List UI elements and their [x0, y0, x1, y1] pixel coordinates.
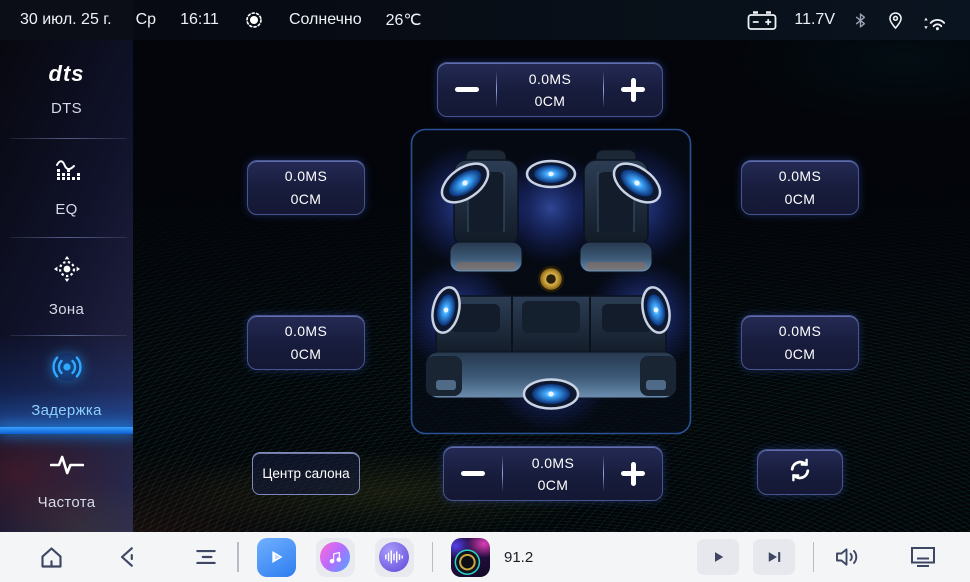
- delay-cm: 0CM: [291, 191, 322, 207]
- rear-center-delay-stepper: 0.0MS 0CM: [443, 446, 663, 501]
- rear-right-delay-button[interactable]: 0.0MS 0CM: [741, 315, 859, 370]
- recent-apps-button[interactable]: [193, 544, 219, 570]
- volume-button[interactable]: [832, 544, 862, 570]
- center-tweeter: [539, 267, 563, 291]
- divider: [237, 542, 239, 572]
- rear-center-subwoofer: [524, 380, 578, 409]
- car-cabin-speaker-map: [410, 128, 692, 435]
- voice-assistant-app-icon[interactable]: [375, 538, 414, 577]
- minus-icon: [455, 87, 479, 92]
- delay-cm: 0CM: [785, 191, 816, 207]
- status-date: 30 июл. 25 г.: [20, 11, 112, 29]
- sidebar: dts DTS EQ: [0, 40, 133, 532]
- video-player-app-icon[interactable]: [257, 538, 296, 577]
- bottom-nav-bar: 91.2: [0, 532, 970, 582]
- home-button[interactable]: [38, 544, 65, 571]
- radio-app-icon[interactable]: [451, 538, 490, 577]
- delay-ms: 0.0MS: [285, 168, 327, 184]
- plus-icon: [621, 78, 645, 102]
- rear-left-delay-button[interactable]: 0.0MS 0CM: [247, 315, 365, 370]
- frequency-wave-icon: [50, 454, 84, 481]
- sun-icon: [243, 9, 265, 31]
- front-center-delay-stepper: 0.0MS 0CM: [437, 62, 663, 117]
- status-bar: 30 июл. 25 г. Ср 16:11 Солнечно 26℃ 11.7…: [0, 0, 970, 40]
- rear-center-delay-value: 0.0MS 0CM: [503, 447, 603, 500]
- status-time: 16:11: [180, 11, 219, 29]
- rear-center-minus-button[interactable]: [444, 447, 502, 500]
- status-weekday: Ср: [136, 11, 156, 29]
- delay-cm: 0CM: [291, 346, 322, 362]
- cabin-center-label: Центр салона: [262, 466, 349, 481]
- next-track-button[interactable]: [753, 539, 795, 575]
- plus-icon: [621, 462, 645, 486]
- front-center-delay-value: 0.0MS 0CM: [497, 63, 603, 116]
- rear-center-plus-button[interactable]: [604, 447, 662, 500]
- divider: [432, 542, 434, 572]
- back-button[interactable]: [115, 544, 141, 570]
- sidebar-item-label: DTS: [51, 100, 82, 117]
- reset-circular-arrows-icon: [786, 456, 814, 489]
- delay-ms: 0.0MS: [532, 455, 574, 471]
- sidebar-item-label: Задержка: [31, 402, 102, 419]
- radio-frequency: 91.2: [504, 549, 533, 566]
- music-note-icon: [320, 542, 350, 572]
- sidebar-item-label: Зона: [49, 301, 84, 318]
- wifi-icon: [922, 10, 950, 31]
- delay-cm: 0CM: [785, 346, 816, 362]
- delay-cm: 0CM: [535, 93, 566, 109]
- front-right-delay-button[interactable]: 0.0MS 0CM: [741, 160, 859, 215]
- music-app-icon[interactable]: [316, 538, 355, 577]
- delay-ms: 0.0MS: [779, 168, 821, 184]
- dts-logo: dts: [49, 61, 85, 87]
- sidebar-item-zone[interactable]: Зона: [0, 237, 133, 335]
- sidebar-item-label: Частота: [38, 494, 96, 511]
- sidebar-item-delay[interactable]: Задержка: [0, 335, 133, 433]
- screen-off-button[interactable]: [908, 544, 938, 570]
- sidebar-item-label: EQ: [55, 201, 77, 218]
- front-left-delay-button[interactable]: 0.0MS 0CM: [247, 160, 365, 215]
- voice-waveform-icon: [379, 542, 409, 572]
- zone-icon: [53, 255, 81, 288]
- delay-cm: 0CM: [538, 477, 569, 493]
- front-center-plus-button[interactable]: [604, 63, 662, 116]
- delay-ms: 0.0MS: [779, 323, 821, 339]
- delay-broadcast-icon: [50, 350, 84, 389]
- delay-settings-panel: 0.0MS 0CM 0.0MS 0CM 0.0MS 0CM 0.0MS 0CM …: [133, 40, 970, 532]
- sidebar-item-dts[interactable]: dts DTS: [0, 40, 133, 138]
- head-unit-screen: 30 июл. 25 г. Ср 16:11 Солнечно 26℃ 11.7…: [0, 0, 970, 582]
- front-center-speaker: [527, 161, 575, 187]
- delay-ms: 0.0MS: [285, 323, 327, 339]
- sidebar-item-frequency[interactable]: Частота: [0, 434, 133, 532]
- reset-delays-button[interactable]: [757, 449, 843, 495]
- minus-icon: [461, 471, 485, 476]
- divider: [813, 542, 815, 572]
- sidebar-item-eq[interactable]: EQ: [0, 138, 133, 236]
- car-battery-icon: [747, 10, 777, 31]
- delay-ms: 0.0MS: [529, 71, 571, 87]
- cabin-center-position-button[interactable]: Центр салона: [252, 452, 360, 495]
- eq-icon: [53, 157, 81, 188]
- location-icon: [886, 10, 905, 31]
- bluetooth-icon: [852, 10, 869, 31]
- status-temperature: 26℃: [386, 10, 422, 30]
- front-center-minus-button[interactable]: [438, 63, 496, 116]
- play-button[interactable]: [697, 539, 739, 575]
- status-weather: Солнечно: [289, 11, 362, 29]
- battery-voltage: 11.7V: [794, 11, 835, 29]
